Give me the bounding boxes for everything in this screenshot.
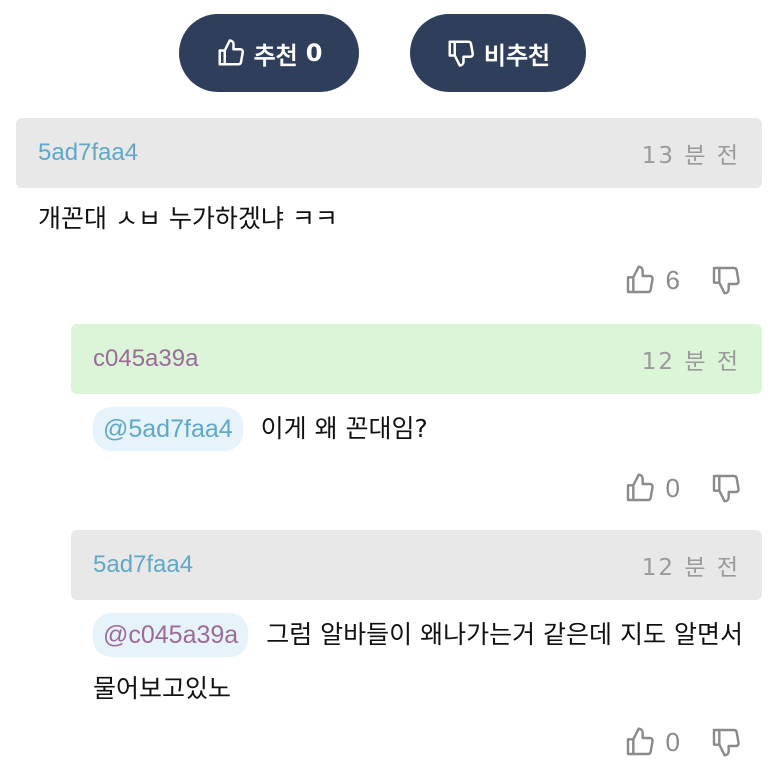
comment-time: 13 분 전 <box>641 143 740 169</box>
comment-text: @c045a39a 그럼 알바들이 왜나가는거 같은데 지도 알면서 물어보고있노 <box>71 608 762 716</box>
comment-like-count: 6 <box>665 264 680 295</box>
thumbs-up-icon <box>626 727 654 756</box>
comment-time: 12 분 전 <box>641 555 740 581</box>
recommend-label: 추천 <box>253 41 298 70</box>
not-recommend-label: 비추천 <box>483 41 551 70</box>
comment-author[interactable]: 5ad7faa4 <box>38 139 138 167</box>
comment-like-button[interactable] <box>624 264 656 296</box>
comment-author[interactable]: c045a39a <box>93 345 198 373</box>
comment-mention[interactable]: @c045a39a <box>93 613 249 657</box>
reply-comment: 5ad7faa4 12 분 전 @c045a39a 그럼 알바들이 왜나가는거 같… <box>71 530 762 773</box>
post-vote-bar: 추천 0 비추천 <box>0 14 774 94</box>
comment-like-button[interactable] <box>624 726 656 758</box>
comment-actions: 0 <box>624 472 742 504</box>
comment-actions: 6 <box>624 264 742 296</box>
thumbs-down-icon <box>448 40 474 67</box>
comment-actions: 0 <box>624 726 742 758</box>
recommend-button[interactable]: 추천 0 <box>179 14 359 92</box>
comment: 5ad7faa4 13 분 전 개꼰대 ㅅㅂ 누가하겠냐 ㅋㅋ 6 <box>16 118 762 318</box>
comment-text-content: 개꼰대 ㅅㅂ 누가하겠냐 ㅋㅋ <box>38 204 338 233</box>
comment-like-count: 0 <box>665 726 680 757</box>
comment-text: @5ad7faa4 이게 왜 꼰대임? <box>71 402 762 456</box>
thumbs-down-icon <box>712 728 740 757</box>
thumbs-down-icon <box>712 266 740 295</box>
comment-author[interactable]: 5ad7faa4 <box>93 551 193 579</box>
thumbs-up-icon <box>218 39 244 66</box>
comment-header: 5ad7faa4 12 분 전 <box>71 530 762 600</box>
not-recommend-button[interactable]: 비추천 <box>410 14 586 92</box>
thumbs-up-icon <box>626 265 654 294</box>
thumbs-up-icon <box>626 473 654 502</box>
comment-like-count: 0 <box>665 472 680 503</box>
comment-header: 5ad7faa4 13 분 전 <box>16 118 762 188</box>
recommend-count: 0 <box>305 39 323 67</box>
comment-text-content: 이게 왜 꼰대임? <box>260 414 428 443</box>
reply-comment: c045a39a 12 분 전 @5ad7faa4 이게 왜 꼰대임? 0 <box>71 324 762 524</box>
comment-dislike-button[interactable] <box>710 726 742 758</box>
comment-text: 개꼰대 ㅅㅂ 누가하겠냐 ㅋㅋ <box>16 192 762 246</box>
comment-dislike-button[interactable] <box>710 472 742 504</box>
comment-time: 12 분 전 <box>641 349 740 375</box>
comment-mention[interactable]: @5ad7faa4 <box>93 407 243 451</box>
comment-dislike-button[interactable] <box>710 264 742 296</box>
thumbs-down-icon <box>712 474 740 503</box>
comment-like-button[interactable] <box>624 472 656 504</box>
comment-header: c045a39a 12 분 전 <box>71 324 762 394</box>
